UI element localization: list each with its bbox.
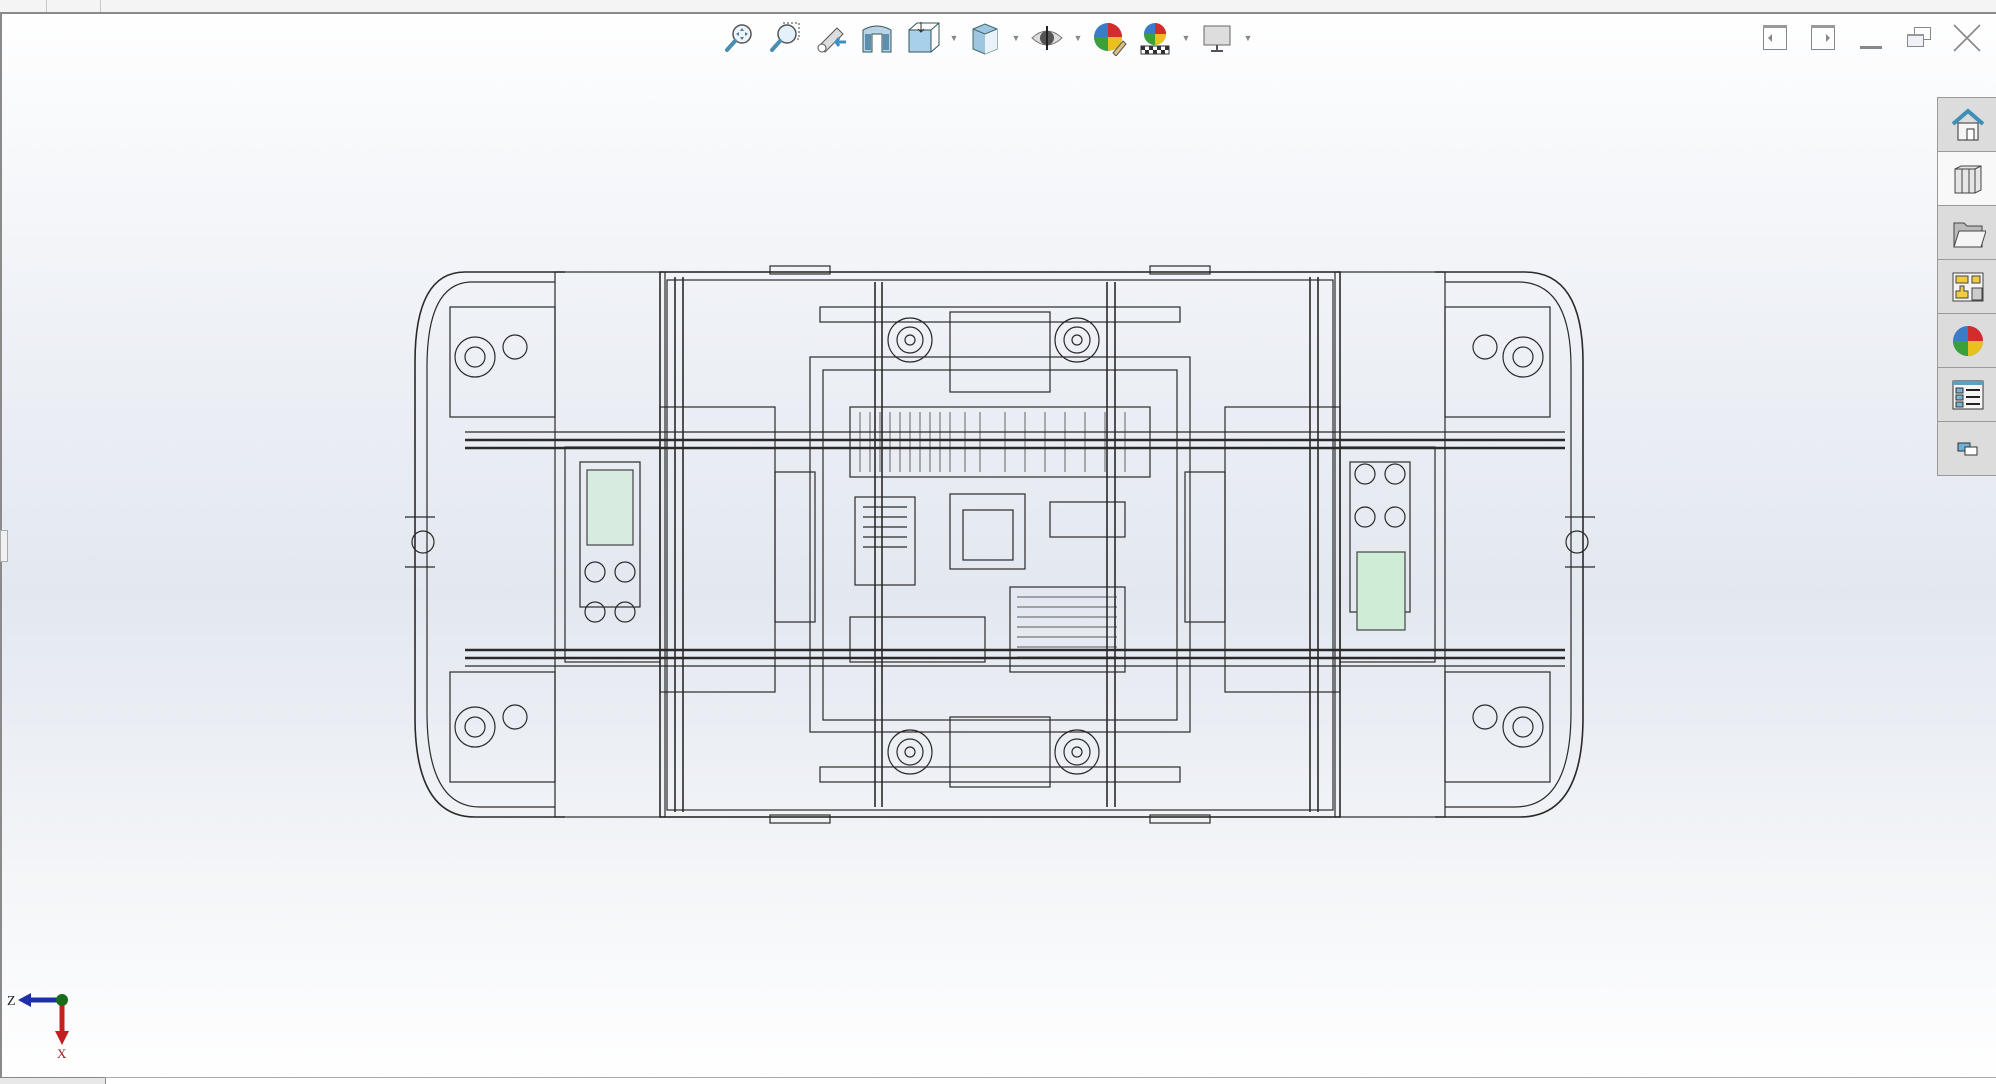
section-view-icon	[862, 25, 892, 53]
task-pane-file-explorer[interactable]	[1938, 206, 1996, 260]
caster-bottom-left	[449, 671, 556, 783]
caster-top-right	[1444, 306, 1551, 418]
view-settings-dropdown[interactable]: ▼	[1242, 18, 1254, 58]
task-pane-design-library[interactable]	[1938, 152, 1996, 206]
tile-right-icon	[1811, 25, 1835, 50]
hide-show-items-button[interactable]	[1026, 18, 1068, 58]
chevron-down-icon: ▼	[1181, 33, 1191, 43]
view-orientation-button[interactable]	[902, 18, 944, 58]
edit-appearance-button[interactable]	[1088, 18, 1130, 58]
chevron-down-icon: ▼	[1011, 33, 1021, 43]
tab-divider	[46, 0, 47, 12]
file-explorer-icon	[1952, 222, 1986, 247]
left-bumper	[414, 271, 565, 818]
zoom-to-fit-button[interactable]	[718, 18, 760, 58]
zoom-to-fit-icon	[725, 24, 752, 52]
task-pane-appearances[interactable]	[1938, 314, 1996, 368]
display-style-dropdown[interactable]: ▼	[1010, 18, 1022, 58]
previous-view-button[interactable]	[810, 18, 852, 58]
task-pane-home[interactable]	[1938, 98, 1996, 152]
chevron-down-icon: ▼	[1243, 33, 1253, 43]
tab-bar-divider	[105, 1077, 1996, 1078]
task-pane-custom-properties[interactable]	[1938, 368, 1996, 422]
section-view-button[interactable]	[856, 18, 898, 58]
x-axis-label: X	[57, 1046, 67, 1061]
task-pane-forum[interactable]	[1938, 422, 1996, 475]
main-frame	[659, 271, 1341, 818]
display-style-button[interactable]	[964, 18, 1006, 58]
chevron-down-icon: ▼	[1073, 33, 1083, 43]
tile-left-icon	[1763, 25, 1787, 50]
task-pane-view-palette[interactable]	[1938, 260, 1996, 314]
zoom-to-area-icon	[770, 22, 800, 52]
custom-properties-icon	[1952, 380, 1983, 409]
previous-view-icon	[817, 27, 846, 53]
wireframe-assembly-model	[405, 265, 1595, 824]
close-icon	[1953, 24, 1981, 52]
right-display-screen	[1356, 551, 1406, 631]
display-style-icon	[972, 23, 998, 55]
central-component	[949, 493, 1026, 570]
panel-collapse-handle[interactable]	[0, 530, 8, 562]
chevron-down-icon: ▼	[949, 33, 959, 43]
window-controls	[1758, 20, 1984, 56]
zoom-to-area-button[interactable]	[764, 18, 806, 58]
triad-origin	[56, 994, 68, 1006]
restore-button[interactable]	[1902, 20, 1936, 56]
restore-icon	[1907, 27, 1931, 47]
apply-scene-icon	[1140, 23, 1170, 55]
document-tab-strip	[0, 0, 1996, 14]
apply-scene-dropdown[interactable]: ▼	[1180, 18, 1192, 58]
view-settings-button[interactable]	[1196, 18, 1238, 58]
controller-module	[854, 496, 916, 586]
design-library-icon	[1954, 165, 1981, 193]
tile-left-button[interactable]	[1758, 20, 1792, 56]
hide-show-dropdown[interactable]: ▼	[1072, 18, 1084, 58]
tile-right-button[interactable]	[1806, 20, 1840, 56]
heads-up-view-toolbar: ▼ ▼ ▼ ▼ ▼	[718, 16, 1254, 60]
left-display-screen	[586, 469, 634, 546]
home-icon	[1951, 107, 1984, 140]
tab-divider	[100, 0, 101, 12]
caster-top-left	[449, 306, 556, 418]
view-orientation-dropdown[interactable]: ▼	[948, 18, 960, 58]
view-settings-icon	[1203, 25, 1231, 52]
view-palette-icon	[1952, 272, 1983, 301]
hide-show-items-icon	[1031, 26, 1063, 50]
view-orientation-icon	[908, 22, 940, 53]
reference-triad: Z X	[7, 993, 69, 1061]
appearances-icon	[1952, 325, 1983, 356]
close-button[interactable]	[1950, 20, 1984, 56]
edit-appearance-icon	[1094, 23, 1127, 56]
motor-driver	[849, 616, 986, 663]
drive-wheel-top-right	[1054, 317, 1100, 363]
drive-wheel-top-left	[887, 317, 933, 363]
minimize-button[interactable]	[1854, 20, 1888, 56]
label-module	[1049, 501, 1126, 538]
right-bumper	[1435, 271, 1584, 818]
z-axis-label: Z	[7, 994, 16, 1009]
caster-bottom-right	[1444, 671, 1551, 783]
forum-icon	[1957, 442, 1977, 455]
apply-scene-button[interactable]	[1134, 18, 1176, 58]
task-pane-tabs	[1937, 97, 1996, 476]
minimize-icon	[1860, 46, 1882, 49]
